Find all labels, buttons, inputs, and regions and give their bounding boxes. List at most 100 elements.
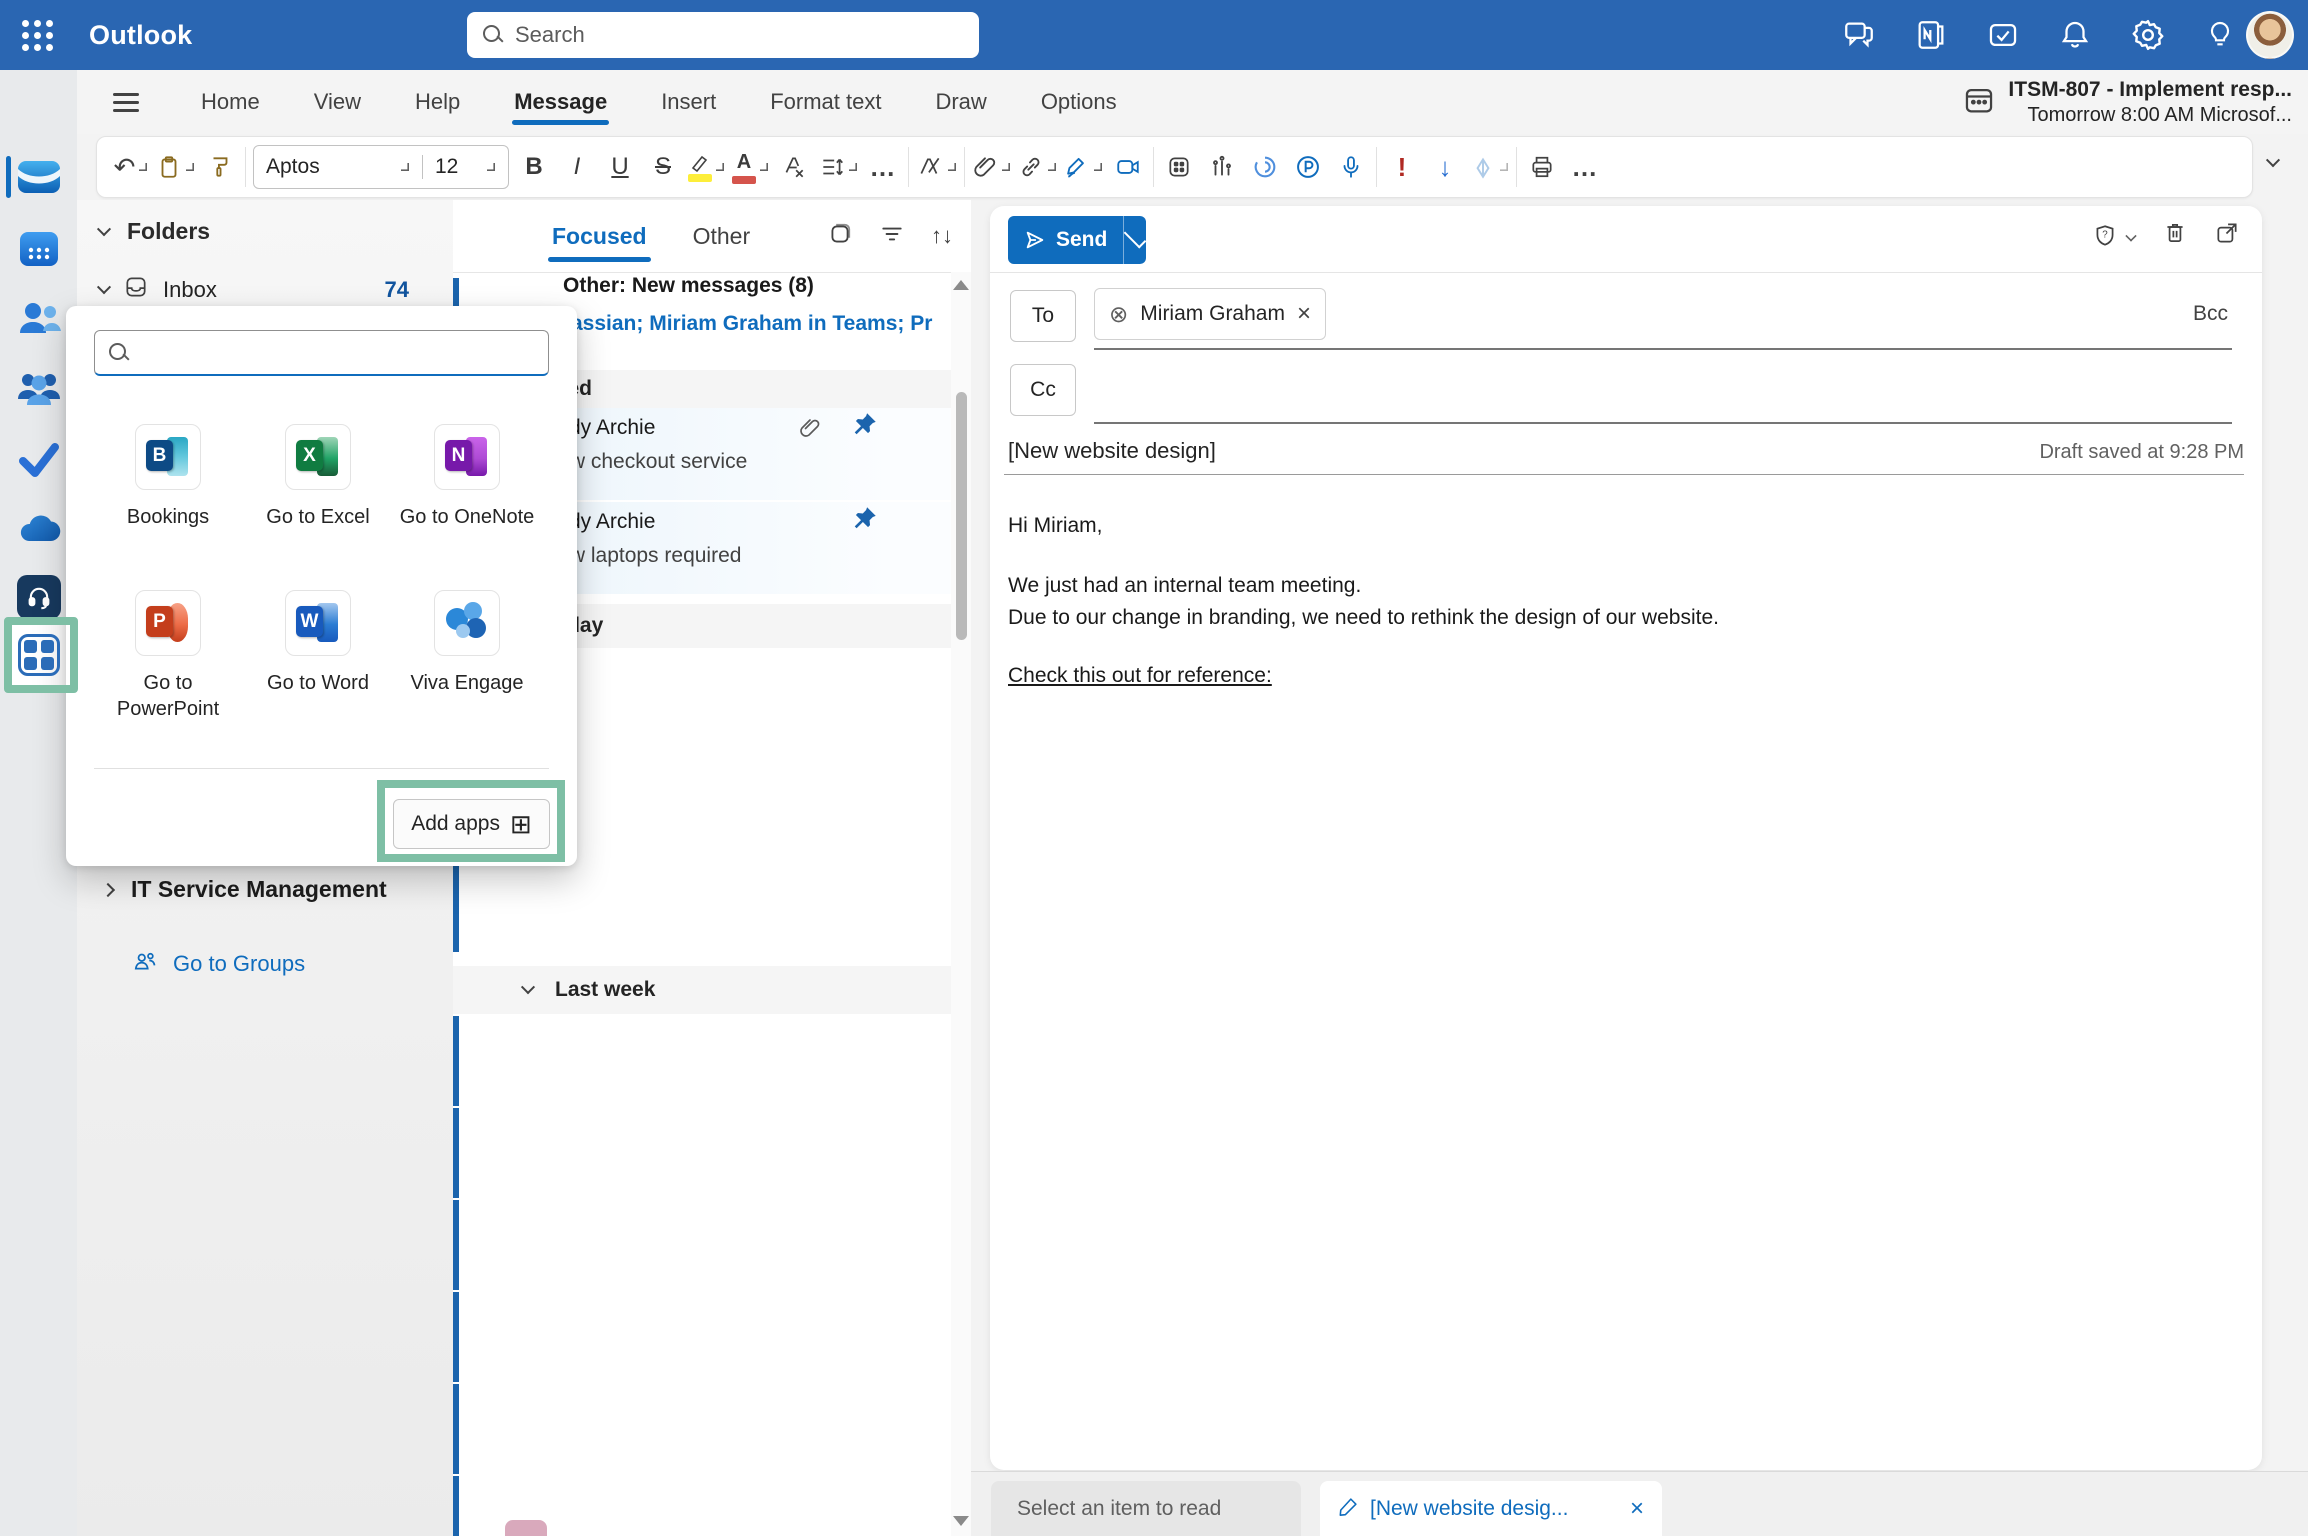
notifications-bell-icon[interactable] (2058, 18, 2092, 52)
more-options-button[interactable]: … (1567, 146, 1603, 188)
calendar-icon[interactable] (16, 226, 62, 272)
onenote-feed-icon[interactable] (1914, 18, 1948, 52)
body-line[interactable]: Due to our change in branding, we need t… (1008, 606, 1719, 630)
app-tile-bookings[interactable]: B Bookings (93, 424, 243, 530)
highlight-color-button[interactable] (688, 146, 725, 188)
sort-icon[interactable]: ↑↓ (931, 223, 953, 249)
send-options-icon[interactable] (1124, 226, 1146, 249)
meeting-reminder[interactable]: ITSM-807 - Implement resp... Tomorrow 8:… (1962, 78, 2292, 127)
add-apps-button[interactable]: Add apps ⊞ (393, 799, 550, 849)
video-meeting-button[interactable] (1110, 146, 1146, 188)
body-line-link[interactable]: Check this out for reference: (1008, 664, 1272, 688)
encryption-shield-icon[interactable]: ? (2092, 223, 2136, 249)
apps-search-field[interactable] (94, 330, 549, 376)
format-painter-button[interactable] (202, 146, 238, 188)
account-avatar[interactable] (2246, 11, 2294, 59)
signature-button[interactable] (1064, 146, 1103, 188)
app-tile-onenote[interactable]: N Go to OneNote (392, 424, 542, 530)
last-week-section-header[interactable]: Last week (453, 966, 971, 1014)
scroll-down-icon[interactable] (953, 1516, 969, 1526)
tab-draft-new-website-design[interactable]: [New website desig... × (1320, 1481, 1662, 1536)
tab-view[interactable]: View (294, 75, 381, 129)
tab-options[interactable]: Options (1021, 75, 1137, 129)
scroll-up-icon[interactable] (953, 280, 969, 290)
tab-home[interactable]: Home (181, 75, 280, 129)
groups-icon[interactable] (16, 366, 62, 412)
teams-chat-icon[interactable] (1842, 18, 1876, 52)
to-button[interactable]: To (1010, 290, 1076, 342)
settings-gear-icon[interactable] (2130, 17, 2166, 53)
search-input[interactable]: Search (467, 12, 979, 58)
tab-focused[interactable]: Focused (552, 223, 647, 250)
insert-link-button[interactable] (1018, 146, 1057, 188)
scrollbar-thumb[interactable] (956, 392, 967, 640)
line-spacing-button[interactable] (819, 146, 858, 188)
more-formatting-button[interactable]: … (865, 146, 901, 188)
app-tile-word[interactable]: W Go to Word (243, 590, 393, 696)
clear-formatting-button[interactable] (776, 146, 812, 188)
tab-help[interactable]: Help (395, 75, 480, 129)
todo-check-icon[interactable] (16, 436, 62, 482)
pin-icon[interactable] (851, 410, 879, 443)
paste-button[interactable] (156, 146, 195, 188)
ribbon-menu-icon[interactable] (113, 88, 139, 117)
sensitivity-button[interactable] (1470, 146, 1509, 188)
subject-field[interactable]: [New website design] (1008, 438, 1216, 464)
styles-button[interactable] (916, 146, 957, 188)
recipient-chip[interactable]: ⊗ Miriam Graham × (1094, 288, 1326, 340)
onedrive-cloud-icon[interactable] (16, 506, 62, 552)
strikethrough-button[interactable]: S (645, 146, 681, 188)
body-line[interactable]: We just had an internal team meeting. (1008, 574, 1361, 598)
font-color-button[interactable]: A (732, 146, 769, 188)
cc-field-line[interactable] (1094, 422, 2232, 424)
attach-file-button[interactable] (972, 146, 1011, 188)
tab-message[interactable]: Message (494, 75, 627, 129)
tab-insert[interactable]: Insert (641, 75, 736, 129)
tab-format-text[interactable]: Format text (750, 75, 901, 129)
filter-icon[interactable] (879, 221, 905, 252)
discard-trash-icon[interactable] (2162, 220, 2188, 251)
app-tile-excel[interactable]: X Go to Excel (243, 424, 393, 530)
banner-senders[interactable]: Atlassian; Miriam Graham in Teams; Pra..… (543, 312, 933, 336)
bold-button[interactable]: B (516, 146, 552, 188)
helpdesk-headset-icon[interactable] (16, 574, 62, 620)
go-to-groups-link[interactable]: Go to Groups (131, 948, 305, 980)
underline-button[interactable]: U (602, 146, 638, 188)
apps-search-input[interactable] (139, 341, 548, 364)
tab-select-item-to-read[interactable]: Select an item to read (991, 1481, 1301, 1536)
remove-recipient-icon[interactable]: × (1297, 300, 1311, 328)
loop-button[interactable] (1247, 146, 1283, 188)
app-tile-viva-engage[interactable]: Viva Engage (392, 590, 542, 696)
send-button[interactable]: Send (1008, 216, 1146, 264)
bcc-toggle[interactable]: Bcc (2193, 302, 2228, 326)
open-in-new-window-icon[interactable] (2214, 220, 2240, 251)
app-launcher-icon[interactable] (22, 20, 53, 51)
dictate-button[interactable] (1333, 146, 1369, 188)
tab-draw[interactable]: Draw (915, 75, 1006, 129)
mail-icon[interactable] (16, 154, 62, 200)
sidebar-item-inbox[interactable]: Inbox 74 (99, 274, 439, 306)
low-importance-button[interactable]: ↓ (1427, 146, 1463, 188)
pin-icon[interactable] (851, 504, 879, 537)
inbox-expand-icon[interactable] (97, 280, 111, 294)
font-size-select[interactable]: 12 (422, 155, 508, 179)
close-draft-tab-icon[interactable]: × (1630, 1495, 1644, 1523)
select-messages-icon[interactable] (827, 221, 853, 252)
to-field-line[interactable] (1094, 348, 2232, 350)
poll-button[interactable] (1204, 146, 1240, 188)
tab-other[interactable]: Other (693, 223, 751, 250)
italic-button[interactable]: I (559, 146, 595, 188)
app-tile-powerpoint[interactable]: P Go to PowerPoint (93, 590, 243, 722)
itsm-expand-icon[interactable] (101, 882, 115, 896)
people-icon[interactable] (16, 296, 62, 342)
other-new-messages-banner[interactable]: Other: New messages (8) (563, 274, 814, 298)
sidebar-item-it-service-management[interactable]: IT Service Management (103, 876, 387, 903)
print-button[interactable] (1524, 146, 1560, 188)
todo-icon[interactable] (1986, 18, 2020, 52)
ribbon-collapse-icon[interactable] (2266, 153, 2280, 167)
undo-button[interactable]: ↶ (113, 146, 149, 188)
body-line[interactable]: Hi Miriam, (1008, 514, 1103, 538)
last-week-collapse-icon[interactable] (521, 980, 535, 994)
folders-collapse-icon[interactable] (97, 222, 111, 236)
folders-header[interactable]: Folders (99, 218, 210, 245)
